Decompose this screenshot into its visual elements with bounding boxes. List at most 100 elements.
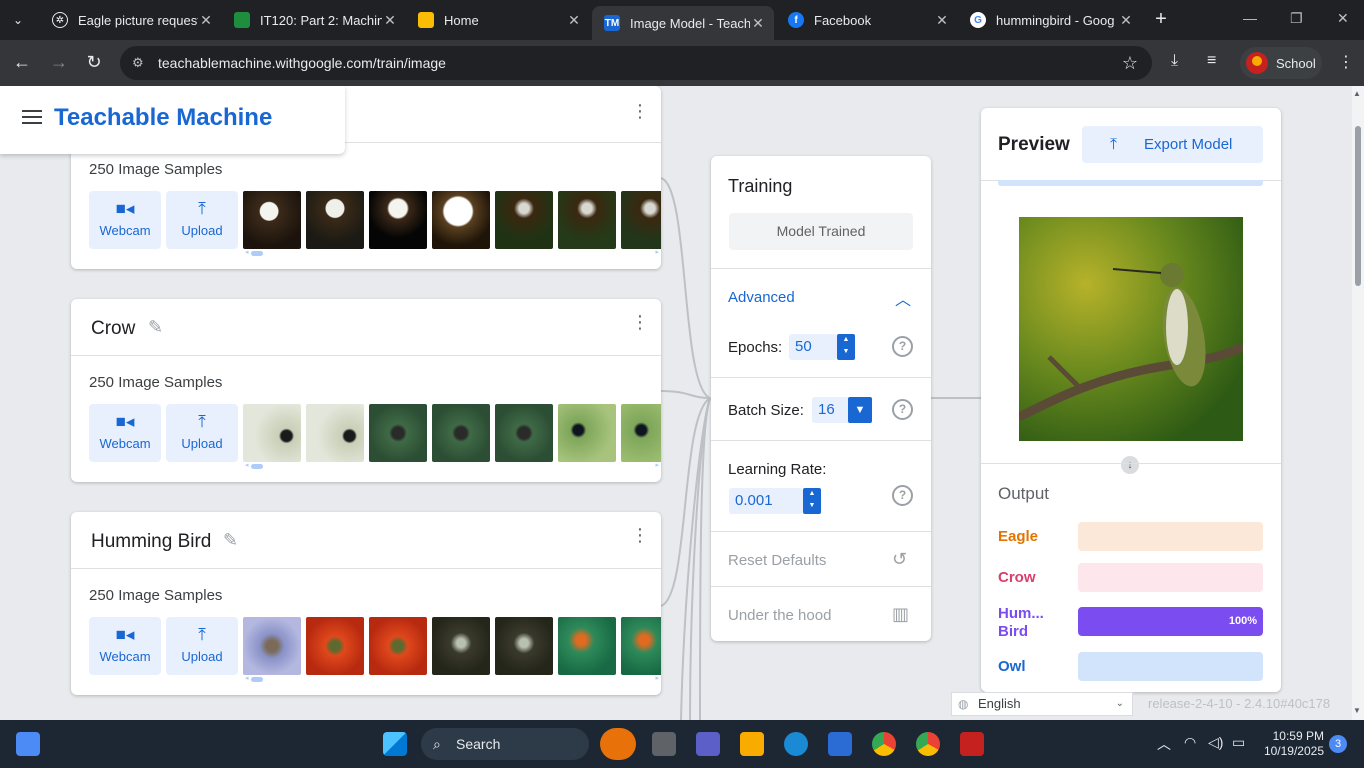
close-window-icon[interactable]: ✕ (1337, 10, 1349, 27)
epochs-stepper[interactable]: ▲ ▼ (837, 334, 855, 360)
scrollbar-thumb[interactable] (1355, 126, 1361, 286)
task-view-icon[interactable] (652, 732, 676, 756)
scroll-right-icon[interactable]: ▸ (655, 248, 659, 256)
thumbnail-scrollbar[interactable]: ◂ ▸ (245, 248, 659, 257)
scroll-down-icon[interactable]: ▼ (1353, 706, 1361, 715)
sample-thumbnail[interactable] (243, 404, 301, 462)
file-explorer-icon[interactable] (740, 732, 764, 756)
close-tab-icon[interactable]: ✕ (1118, 12, 1134, 29)
batch-size-select[interactable]: 16 (812, 397, 850, 423)
upload-button[interactable]: ⤒ Upload (166, 191, 238, 249)
reload-icon[interactable]: ↻ (83, 52, 105, 73)
thumbnail-scrollbar[interactable]: ◂ ▸ (245, 675, 659, 683)
sample-thumbnail[interactable] (621, 191, 661, 249)
sample-thumbnail[interactable] (432, 404, 490, 462)
sample-thumbnail[interactable] (558, 617, 616, 675)
class-name[interactable]: Crow (91, 318, 135, 340)
close-tab-icon[interactable]: ✕ (382, 12, 398, 29)
chevron-up-icon[interactable]: ︿ (1157, 734, 1171, 754)
sample-thumbnail[interactable] (495, 191, 553, 249)
sample-thumbnail[interactable] (369, 191, 427, 249)
class-name[interactable]: Humming Bird (91, 531, 211, 553)
chart-icon[interactable]: ▥ (892, 604, 909, 625)
sample-thumbnail[interactable] (558, 191, 616, 249)
chrome-profile-icon[interactable] (916, 732, 940, 756)
close-tab-icon[interactable]: ✕ (750, 15, 766, 32)
close-tab-icon[interactable]: ✕ (566, 12, 582, 29)
system-clock[interactable]: 10:59 PM 10/19/2025 (1262, 729, 1324, 759)
sample-thumbnail[interactable] (495, 617, 553, 675)
chevron-up-icon[interactable]: ︿ (895, 286, 911, 310)
reset-defaults-button[interactable]: Reset Defaults (728, 552, 826, 569)
scroll-right-icon[interactable]: ▸ (655, 461, 659, 469)
browser-menu-icon[interactable]: ⋮ (1338, 52, 1354, 72)
learning-rate-input[interactable]: 0.001 (729, 488, 803, 514)
sample-thumbnail[interactable] (432, 617, 490, 675)
widgets-icon[interactable] (16, 732, 40, 756)
wifi-icon[interactable]: ◠ (1184, 734, 1196, 751)
edit-pencil-icon[interactable]: ✎ (223, 530, 238, 551)
upload-button[interactable]: ⤒ Upload (166, 617, 238, 675)
more-options-icon[interactable]: ⋮ (631, 526, 649, 544)
sample-thumbnails[interactable] (243, 191, 661, 249)
hamburger-menu-icon[interactable] (22, 110, 42, 128)
taskbar-search[interactable]: ⌕ Search (421, 728, 589, 760)
sample-thumbnail[interactable] (306, 191, 364, 249)
notification-badge[interactable]: 3 (1329, 735, 1347, 753)
more-options-icon[interactable]: ⋮ (631, 313, 649, 331)
input-source-bar[interactable] (998, 180, 1263, 186)
sample-thumbnails[interactable] (243, 617, 661, 675)
forward-icon[interactable]: → (48, 52, 70, 73)
sample-thumbnail[interactable] (621, 617, 661, 675)
scroll-left-icon[interactable]: ◂ (245, 248, 249, 256)
help-icon[interactable]: ? (892, 336, 913, 357)
scroll-up-icon[interactable]: ▲ (1353, 89, 1361, 98)
help-icon[interactable]: ? (892, 485, 913, 506)
sample-thumbnail[interactable] (369, 404, 427, 462)
battery-icon[interactable]: ▭ (1232, 734, 1245, 751)
volume-icon[interactable]: ◁) (1208, 734, 1223, 751)
sample-thumbnail[interactable] (621, 404, 661, 462)
model-trained-button[interactable]: Model Trained (729, 213, 913, 250)
tab-search-icon[interactable]: ⌄ (6, 8, 30, 32)
webcam-button[interactable]: ■◂ Webcam (89, 617, 161, 675)
profile-button[interactable]: School (1240, 47, 1322, 79)
minimize-icon[interactable]: — (1243, 10, 1257, 26)
snipping-tool-icon[interactable] (960, 732, 984, 756)
webcam-button[interactable]: ■◂ Webcam (89, 404, 161, 462)
tab-hummingbird-google[interactable]: G hummingbird - Goog ✕ (958, 6, 1142, 34)
edit-pencil-icon[interactable]: ✎ (148, 317, 163, 338)
sample-thumbnail[interactable] (306, 617, 364, 675)
upload-button[interactable]: ⤒ Upload (166, 404, 238, 462)
site-info-icon[interactable]: ⚙ (132, 55, 150, 71)
language-select[interactable]: ◍ English ⌄ (951, 692, 1133, 716)
tab-eagle-picture-request[interactable]: ✲ Eagle picture request ✕ (40, 6, 222, 34)
thumbnail-scrollbar[interactable]: ◂ ▸ (245, 461, 659, 470)
epochs-input[interactable]: 50 (789, 334, 837, 360)
sample-thumbnail[interactable] (558, 404, 616, 462)
edge-icon[interactable] (784, 732, 808, 756)
download-icon[interactable]: ⤓ (1171, 52, 1178, 70)
close-tab-icon[interactable]: ✕ (934, 12, 950, 29)
help-icon[interactable]: ? (892, 399, 913, 420)
sample-thumbnail[interactable] (432, 191, 490, 249)
media-control-icon[interactable]: ≡ (1207, 52, 1216, 70)
sample-thumbnail[interactable] (306, 404, 364, 462)
history-icon[interactable]: ↺ (892, 549, 907, 570)
advanced-toggle[interactable]: Advanced (728, 289, 795, 306)
tab-home[interactable]: Home ✕ (406, 6, 590, 34)
sample-thumbnail[interactable] (243, 617, 301, 675)
chrome-icon[interactable] (872, 732, 896, 756)
tab-it120[interactable]: IT120: Part 2: Machine ✕ (222, 6, 406, 34)
dropdown-arrow-icon[interactable]: ▼ (848, 397, 872, 423)
tab-image-model[interactable]: TM Image Model - Teach ✕ (592, 6, 774, 40)
under-the-hood-button[interactable]: Under the hood (728, 607, 831, 624)
teams-chat-icon[interactable] (696, 732, 720, 756)
learning-rate-stepper[interactable]: ▲ ▼ (803, 488, 821, 514)
export-model-button[interactable]: ⤒ Export Model (1082, 126, 1263, 163)
more-options-icon[interactable]: ⋮ (631, 102, 649, 120)
sample-thumbnails[interactable] (243, 404, 661, 462)
store-icon[interactable] (828, 732, 852, 756)
restore-icon[interactable]: ❐ (1290, 10, 1303, 27)
arrow-down-icon[interactable]: ↓ (1121, 456, 1139, 474)
